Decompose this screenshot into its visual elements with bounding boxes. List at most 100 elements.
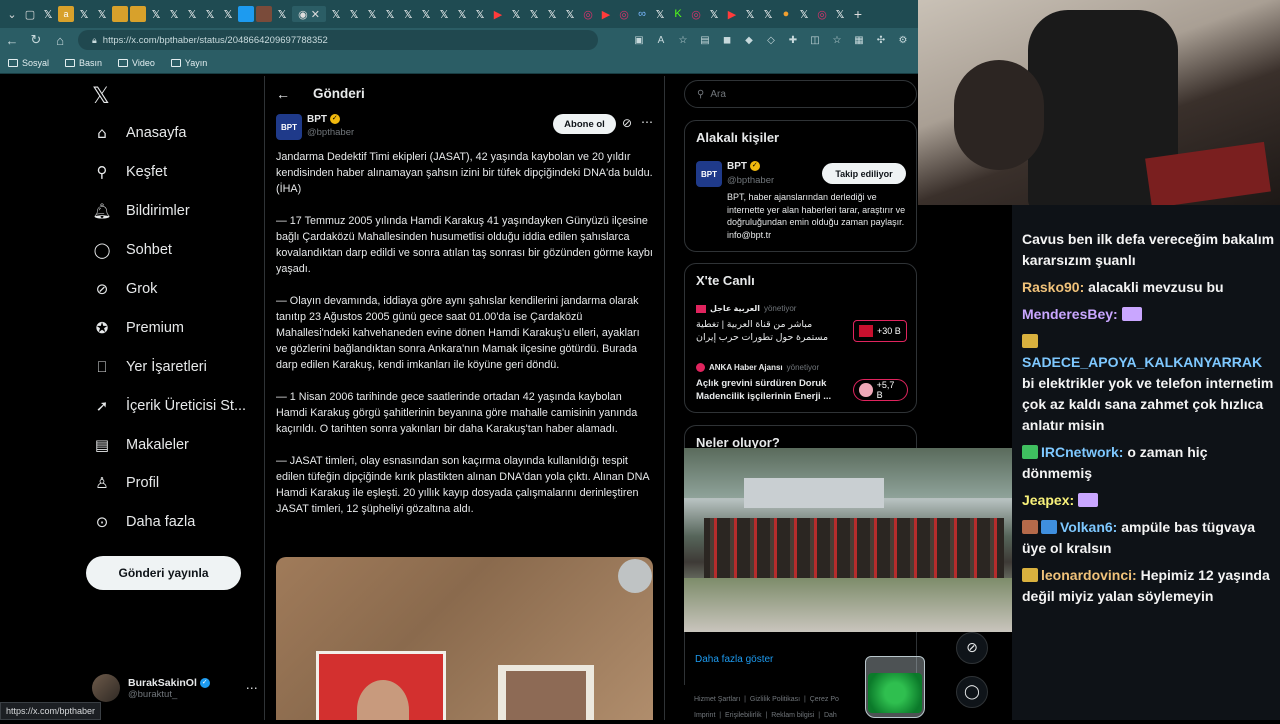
footer-link[interactable]: Reklam bilgisi <box>771 712 814 719</box>
messages-float-button[interactable]: ◯ <box>956 676 988 708</box>
extension-icon[interactable]: ◼ <box>720 35 734 46</box>
sidebar-item-articles[interactable]: ▤ Makaleler <box>92 436 189 454</box>
collections-icon[interactable]: ▦ <box>852 35 866 46</box>
live-item[interactable]: ANKA Haber Ajansı yönetiyor Açlık grevini… <box>696 363 908 403</box>
footer-link[interactable]: Erişilebilirlik <box>725 712 762 719</box>
tab-youtube-icon[interactable]: ▶ <box>724 6 740 22</box>
tab-x[interactable]: 𝕏 <box>508 6 524 22</box>
post-image[interactable] <box>276 557 653 720</box>
tab-x[interactable]: 𝕏 <box>706 6 722 22</box>
split-screen-icon[interactable]: ◫ <box>808 35 822 46</box>
home-icon[interactable]: ⌂ <box>48 33 72 48</box>
new-tab-icon[interactable]: + <box>850 6 866 22</box>
tab-instagram-icon[interactable]: ◎ <box>814 6 830 22</box>
footer-link[interactable]: Çerez Po <box>810 696 839 703</box>
show-more-link[interactable]: Daha fazla göster <box>695 654 773 665</box>
tab-x[interactable]: 𝕏 <box>832 6 848 22</box>
tab-x[interactable]: 𝕏 <box>328 6 344 22</box>
tab-x[interactable]: 𝕏 <box>760 6 776 22</box>
tab-x[interactable]: 𝕏 <box>40 6 56 22</box>
tab-x[interactable]: 𝕏 <box>652 6 668 22</box>
tab-x[interactable]: 𝕏 <box>202 6 218 22</box>
tab-x[interactable]: 𝕏 <box>544 6 560 22</box>
address-field[interactable]: 🔒︎ https://x.com/bpthaber/status/2048664… <box>78 30 598 50</box>
tab-kick-icon[interactable]: K <box>670 6 686 22</box>
read-aloud-icon[interactable]: A <box>654 35 668 46</box>
tab-favicon[interactable] <box>130 6 146 22</box>
tab-active[interactable]: ◉ ✕ <box>292 6 326 22</box>
tab-favicon[interactable]: ∞ <box>634 6 650 22</box>
back-icon[interactable]: ← <box>0 33 24 48</box>
tab-x[interactable]: 𝕏 <box>220 6 236 22</box>
sidebar-item-profile[interactable]: ♙ Profil <box>92 474 159 492</box>
tab-x[interactable]: 𝕏 <box>76 6 92 22</box>
favorites-icon[interactable]: ☆ <box>830 35 844 46</box>
account-switcher[interactable]: BurakSakinOl ✓ @buraktut_ ⋯ <box>92 674 258 702</box>
refresh-icon[interactable]: ↻ <box>24 32 48 48</box>
more-options-icon[interactable]: ⋯ <box>246 681 258 695</box>
tab-favicon[interactable] <box>256 6 272 22</box>
extension-icon[interactable]: ▤ <box>698 35 712 46</box>
favorite-star-icon[interactable]: ☆ <box>676 35 690 46</box>
settings-icon[interactable]: ⚙ <box>896 35 910 46</box>
extension-icon[interactable]: ◆ <box>742 35 756 46</box>
sidebar-item-home[interactable]: ⌂ Anasayfa <box>92 124 186 142</box>
extension-icon[interactable]: ▣ <box>632 35 646 46</box>
tab-favicon[interactable]: ● <box>778 6 794 22</box>
tab-x[interactable]: 𝕏 <box>454 6 470 22</box>
tab-x[interactable]: 𝕏 <box>148 6 164 22</box>
tab-x[interactable]: 𝕏 <box>526 6 542 22</box>
tab-x[interactable]: 𝕏 <box>742 6 758 22</box>
tab-x[interactable]: 𝕏 <box>346 6 362 22</box>
tab-instagram-icon[interactable]: ◎ <box>580 6 596 22</box>
sidebar-item-explore[interactable]: ⚲ Keşfet <box>92 163 168 181</box>
sidebar-item-grok[interactable]: ⊘ Grok <box>92 280 158 298</box>
tab-x[interactable]: 𝕏 <box>166 6 182 22</box>
more-options-icon[interactable]: ⋯ <box>641 115 653 129</box>
search-input[interactable]: ⚲ Ara <box>684 80 917 108</box>
grok-icon[interactable]: ⊘ <box>622 116 632 130</box>
sidebar-item-notifications[interactable]: 🔔︎ Bildirimler <box>92 202 189 220</box>
tab-x[interactable]: 𝕏 <box>562 6 578 22</box>
workspace-icon[interactable]: ▢ <box>22 6 38 22</box>
sidebar-item-creator-studio[interactable]: ➚ İçerik Üreticisi St... <box>92 397 246 415</box>
footer-link[interactable]: Imprint <box>694 712 715 719</box>
post-button[interactable]: Gönderi yayınla <box>86 556 241 590</box>
related-avatar[interactable]: BPT <box>696 161 722 187</box>
footer-link[interactable]: Dah <box>824 712 837 719</box>
tab-instagram-icon[interactable]: ◎ <box>688 6 704 22</box>
extension-icon[interactable]: ◇ <box>764 35 778 46</box>
sidebar-item-bookmarks[interactable]: ⎕ Yer İşaretleri <box>92 358 206 376</box>
tab-x[interactable]: 𝕏 <box>274 6 290 22</box>
extension-icon[interactable]: ✚ <box>786 35 800 46</box>
tab-x[interactable]: 𝕏 <box>436 6 452 22</box>
bookmark-folder-sosyal[interactable]: Sosyal <box>8 58 49 68</box>
bookmark-folder-basin[interactable]: Basın <box>65 58 102 68</box>
tab-x[interactable]: 𝕏 <box>364 6 380 22</box>
subscribe-button[interactable]: Abone ol <box>553 114 616 134</box>
tab-x[interactable]: 𝕏 <box>382 6 398 22</box>
live-item[interactable]: العربية عاجل yönetiyor مباشر من قناة العر… <box>696 304 908 344</box>
bookmark-folder-yayin[interactable]: Yayın <box>170 58 207 68</box>
sidebar-item-more[interactable]: ⊙ Daha fazla <box>92 513 196 531</box>
footer-link[interactable]: Hizmet Şartları <box>694 696 740 703</box>
tab-x[interactable]: 𝕏 <box>796 6 812 22</box>
tab-youtube-icon[interactable]: ▶ <box>490 6 506 22</box>
related-name-row[interactable]: BPT ✓ <box>727 161 760 172</box>
tab-x[interactable]: 𝕏 <box>184 6 200 22</box>
author-avatar[interactable]: BPT <box>276 114 302 140</box>
tab-x[interactable]: 𝕏 <box>418 6 434 22</box>
tab-amazon[interactable]: a <box>58 6 74 22</box>
tab-x[interactable]: 𝕏 <box>94 6 110 22</box>
footer-link[interactable]: Gizlilik Politikası <box>750 696 800 703</box>
tab-instagram-icon[interactable]: ◎ <box>616 6 632 22</box>
extensions-puzzle-icon[interactable]: ✣ <box>874 35 888 46</box>
author-name-row[interactable]: BPT ✓ <box>307 114 340 125</box>
bookmark-folder-video[interactable]: Video <box>118 58 155 68</box>
sidebar-item-premium[interactable]: ✪ Premium <box>92 319 184 337</box>
sidebar-item-chat[interactable]: ◯ Sohbet <box>92 241 172 259</box>
x-logo-icon[interactable]: 𝕏 <box>92 84 110 109</box>
tab-list-icon[interactable]: ⌄ <box>4 6 20 22</box>
tab-x[interactable]: 𝕏 <box>400 6 416 22</box>
following-button[interactable]: Takip ediliyor <box>822 163 906 184</box>
